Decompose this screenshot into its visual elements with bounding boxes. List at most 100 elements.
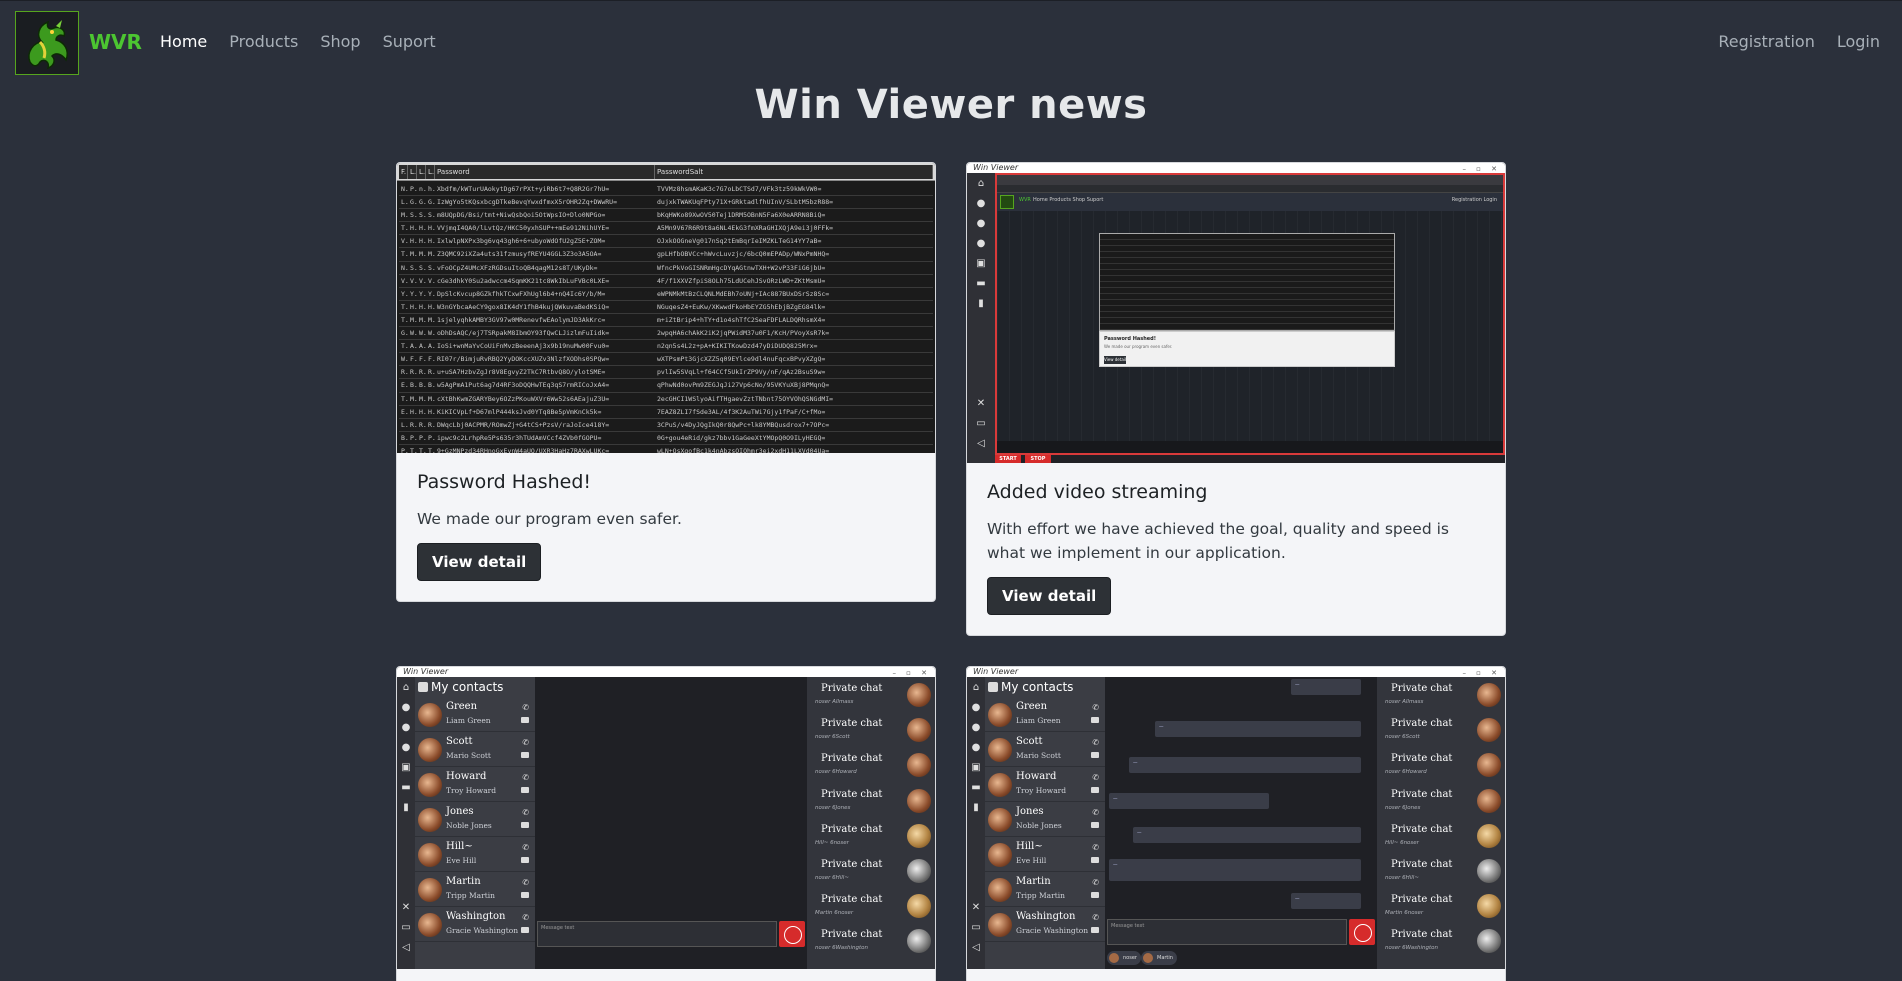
contact-item[interactable]: Green Liam Green ✆ [415, 697, 535, 732]
private-chat-item[interactable]: Private chat noser 6Jones [1377, 783, 1505, 818]
contact-item[interactable]: Scott Mario Scott ✆ [415, 732, 535, 767]
phone-icon[interactable]: ✆ [522, 913, 529, 922]
copy-icon[interactable]: ▣ [970, 763, 982, 773]
message-input[interactable]: Message text [1107, 919, 1347, 945]
private-chat-item[interactable]: Private chat noser 6Washington [807, 923, 935, 958]
phone-icon[interactable]: ✆ [1092, 913, 1099, 922]
private-chat-item[interactable]: Private chat noser Allmass [807, 677, 935, 712]
add-user-icon[interactable]: ● [970, 723, 982, 733]
group-icon[interactable]: ● [400, 743, 412, 753]
message-icon[interactable] [521, 927, 529, 933]
phone-icon[interactable]: ✆ [1092, 773, 1099, 782]
sound-off-icon[interactable]: ◁ [975, 439, 987, 449]
nav-login[interactable]: Login [1837, 32, 1880, 51]
contact-item[interactable]: Green Liam Green ✆ [985, 697, 1105, 732]
private-chat-item[interactable]: Private chat Hill~ 6noser [1377, 818, 1505, 853]
contact-item[interactable]: Martin Tripp Martin ✆ [985, 872, 1105, 907]
chat-icon[interactable]: ▬ [400, 783, 412, 793]
group-icon[interactable]: ● [975, 239, 987, 249]
phone-icon[interactable]: ✆ [522, 773, 529, 782]
nav-shop[interactable]: Shop [320, 32, 360, 51]
mic-off-icon[interactable]: ✕ [975, 399, 987, 409]
video-icon[interactable]: ▮ [975, 299, 987, 309]
message-icon[interactable] [521, 752, 529, 758]
dragon-logo[interactable] [15, 11, 79, 75]
message-icon[interactable] [521, 787, 529, 793]
camera-off-icon[interactable]: ▭ [400, 923, 412, 933]
private-chat-item[interactable]: Private chat noser 6Howard [807, 747, 935, 782]
phone-icon[interactable]: ✆ [1092, 703, 1099, 712]
sound-off-icon[interactable]: ◁ [970, 943, 982, 953]
sound-off-icon[interactable]: ◁ [400, 943, 412, 953]
nav-products[interactable]: Products [229, 32, 298, 51]
message-icon[interactable] [1091, 927, 1099, 933]
contact-item[interactable]: Martin Tripp Martin ✆ [415, 872, 535, 907]
phone-icon[interactable]: ✆ [522, 808, 529, 817]
private-chat-item[interactable]: Private chat noser 6Washington [1377, 923, 1505, 958]
view-detail-button[interactable]: View detail [987, 577, 1112, 615]
group-icon[interactable]: ● [970, 743, 982, 753]
phone-icon[interactable]: ✆ [1092, 878, 1099, 887]
home-icon[interactable]: ⌂ [975, 179, 987, 189]
stop-button[interactable]: STOP [1025, 455, 1051, 463]
private-chat-item[interactable]: Private chat noser 6Scott [807, 712, 935, 747]
message-icon[interactable] [1091, 752, 1099, 758]
message-icon[interactable] [1091, 787, 1099, 793]
mic-off-icon[interactable]: ✕ [400, 903, 412, 913]
add-user-icon[interactable]: ● [975, 219, 987, 229]
mic-off-icon[interactable]: ✕ [970, 903, 982, 913]
phone-icon[interactable]: ✆ [522, 738, 529, 747]
message-icon[interactable] [521, 717, 529, 723]
user-icon[interactable]: ● [970, 703, 982, 713]
contact-item[interactable]: Jones Noble Jones ✆ [415, 802, 535, 837]
chat-icon[interactable]: ▬ [975, 279, 987, 289]
message-icon[interactable] [1091, 717, 1099, 723]
camera-off-icon[interactable]: ▭ [970, 923, 982, 933]
view-detail-button[interactable]: View detail [417, 543, 542, 581]
contact-item[interactable]: Hill~ Eve Hill ✆ [985, 837, 1105, 872]
message-icon[interactable] [521, 822, 529, 828]
phone-icon[interactable]: ✆ [522, 843, 529, 852]
message-icon[interactable] [1091, 857, 1099, 863]
message-icon[interactable] [1091, 822, 1099, 828]
add-user-icon[interactable]: ● [400, 723, 412, 733]
nav-home[interactable]: Home [160, 32, 207, 51]
brand-name[interactable]: WVR [89, 30, 142, 54]
private-chat-item[interactable]: Private chat Hill~ 6noser [807, 818, 935, 853]
contact-item[interactable]: Jones Noble Jones ✆ [985, 802, 1105, 837]
start-button[interactable]: START [995, 455, 1021, 463]
contact-item[interactable]: Hill~ Eve Hill ✆ [415, 837, 535, 872]
contact-item[interactable]: Howard Troy Howard ✆ [415, 767, 535, 802]
message-input[interactable]: Message text [537, 921, 777, 947]
message-icon[interactable] [521, 857, 529, 863]
phone-icon[interactable]: ✆ [522, 703, 529, 712]
nav-suport[interactable]: Suport [383, 32, 436, 51]
participant-chip[interactable]: noser [1107, 951, 1141, 965]
message-icon[interactable] [521, 892, 529, 898]
chat-icon[interactable]: ▬ [970, 783, 982, 793]
phone-icon[interactable]: ✆ [1092, 843, 1099, 852]
phone-icon[interactable]: ✆ [1092, 808, 1099, 817]
contact-item[interactable]: Washington Gracie Washington ✆ [415, 907, 535, 942]
video-icon[interactable]: ▮ [400, 803, 412, 813]
private-chat-item[interactable]: Private chat noser 6Jones [807, 783, 935, 818]
private-chat-item[interactable]: Private chat noser 6Hill~ [1377, 853, 1505, 888]
contact-item[interactable]: Washington Gracie Washington ✆ [985, 907, 1105, 942]
private-chat-item[interactable]: Private chat noser Allmass [1377, 677, 1505, 712]
message-icon[interactable] [1091, 892, 1099, 898]
user-icon[interactable]: ● [975, 199, 987, 209]
video-icon[interactable]: ▮ [970, 803, 982, 813]
send-button[interactable] [1349, 919, 1375, 945]
phone-icon[interactable]: ✆ [1092, 738, 1099, 747]
copy-icon[interactable]: ▣ [400, 763, 412, 773]
private-chat-item[interactable]: Private chat Martin 6noser [807, 888, 935, 923]
private-chat-item[interactable]: Private chat Martin 6noser [1377, 888, 1505, 923]
user-icon[interactable]: ● [400, 703, 412, 713]
private-chat-item[interactable]: Private chat noser 6Hill~ [807, 853, 935, 888]
private-chat-item[interactable]: Private chat noser 6Scott [1377, 712, 1505, 747]
phone-icon[interactable]: ✆ [522, 878, 529, 887]
home-icon[interactable]: ⌂ [970, 683, 982, 693]
send-button[interactable] [779, 921, 805, 947]
participant-chip[interactable]: Martin [1141, 951, 1177, 965]
nav-registration[interactable]: Registration [1718, 32, 1814, 51]
